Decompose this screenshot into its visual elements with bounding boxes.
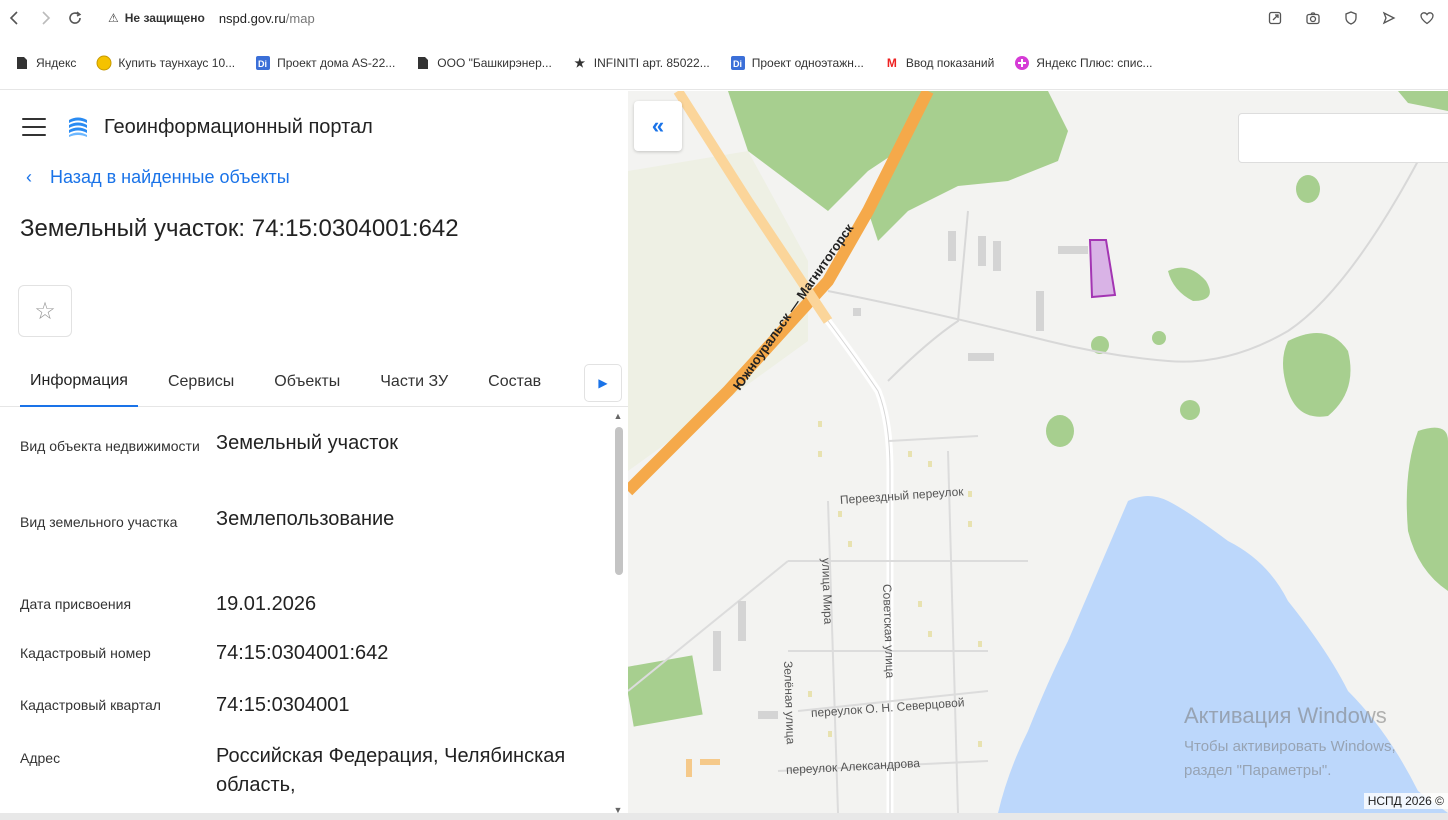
street-label: Зелёная улица [781, 660, 798, 745]
bookmark-item[interactable]: Яндекс [14, 55, 76, 71]
map-copyright: НСПД 2026 © [1363, 793, 1448, 809]
tab-info[interactable]: Информация [20, 357, 138, 407]
street-label: улица Мира [819, 557, 836, 625]
property-key: Дата присвоения [20, 596, 132, 612]
reload-icon[interactable] [60, 3, 90, 33]
star-black-icon: ★ [574, 55, 586, 70]
browser-toolbar: ⚠ Не защищено nspd.gov.ru /map [0, 0, 1448, 36]
panel-header: Геоинформационный портал [0, 91, 628, 163]
insecure-label: Не защищено [124, 11, 205, 25]
windows-activation-watermark: Активация Windows Чтобы активировать Win… [1184, 703, 1396, 783]
send-icon[interactable] [1374, 3, 1404, 33]
back-to-results-link[interactable]: ‹ Назад в найденные объекты [0, 157, 628, 197]
shield-icon[interactable] [1336, 3, 1366, 33]
share-icon[interactable] [1260, 3, 1290, 33]
bookmark-label: Проект дома AS-22... [277, 55, 396, 70]
back-arrow-icon[interactable] [0, 3, 30, 33]
portal-logo-icon [69, 117, 87, 137]
toolbar-actions [1260, 3, 1442, 33]
menu-icon[interactable] [22, 118, 46, 136]
double-chevron-left-icon: « [651, 113, 665, 138]
property-key: Вид объекта недвижимости [20, 438, 200, 454]
doc-blue-icon: Di [255, 55, 271, 71]
map-search-input[interactable] [1238, 113, 1448, 163]
forward-arrow-icon[interactable] [30, 3, 60, 33]
star-outline-icon: ☆ [34, 297, 56, 325]
tabs-scroll-right-button[interactable]: ▶ [584, 364, 622, 402]
bookmark-label: Яндекс Плюс: спис... [1036, 55, 1153, 70]
info-panel: Геоинформационный портал ‹ Назад в найде… [0, 91, 628, 813]
bookmark-label: ООО "Башкирэнер... [437, 55, 552, 70]
watermark-text: Чтобы активировать Windows, раздел "Пара… [1184, 735, 1396, 783]
triangle-right-icon: ▶ [598, 376, 608, 390]
bookmark-label: INFINITI арт. 85022... [593, 55, 710, 70]
scroll-up-icon[interactable]: ▲ [613, 411, 623, 421]
tab-objects[interactable]: Объекты [264, 357, 350, 407]
property-value: Земельный участок [216, 432, 399, 454]
bookmark-item[interactable]: M Ввод показаний [884, 55, 994, 71]
bookmark-item[interactable]: ★ INFINITI арт. 85022... [572, 55, 710, 71]
window-bottom-edge [0, 813, 1448, 820]
portal-title: Геоинформационный портал [104, 115, 373, 138]
back-label: Назад в найденные объекты [50, 166, 290, 187]
circle-icon [96, 55, 112, 71]
property-value: Землепользование [216, 508, 395, 530]
tab-bar: Информация Сервисы Объекты Части ЗУ Сост… [0, 357, 628, 407]
property-value: 74:15:0304001 [216, 694, 350, 716]
camera-icon[interactable] [1298, 3, 1328, 33]
bookmark-item[interactable]: Купить таунхаус 10... [96, 55, 235, 71]
tab-composition[interactable]: Состав [478, 357, 551, 407]
watermark-line: Чтобы активировать Windows, [1184, 738, 1396, 755]
bookmark-label: Проект одноэтажн... [751, 55, 864, 70]
scrollbar-thumb[interactable] [615, 427, 623, 575]
property-value: 19.01.2026 [216, 593, 317, 615]
bookmark-label: Яндекс [36, 55, 77, 70]
bookmark-item[interactable]: Яндекс Плюс: спис... [1014, 55, 1152, 71]
url-host: nspd.gov.ru [218, 10, 286, 26]
watermark-line: раздел "Параметры". [1184, 762, 1332, 779]
tab-parts[interactable]: Части ЗУ [370, 357, 458, 407]
bookmarks-bar: Яндекс Купить таунхаус 10... Di Проект д… [0, 36, 1448, 90]
url-path: /map [285, 10, 315, 26]
collapse-panel-button[interactable]: « [634, 101, 682, 151]
tab-services[interactable]: Сервисы [158, 357, 244, 407]
m-red-icon: M [886, 55, 897, 70]
property-key: Вид земельного участка [20, 514, 178, 530]
favorite-button[interactable]: ☆ [18, 285, 72, 337]
bookmark-item[interactable]: Di Проект дома AS-22... [255, 55, 395, 71]
heart-icon[interactable] [1412, 3, 1442, 33]
document-icon [14, 55, 30, 71]
bookmark-item[interactable]: ООО "Башкирэнер... [415, 55, 552, 71]
property-key: Адрес [20, 750, 61, 766]
bookmark-label: Купить таунхаус 10... [118, 55, 236, 70]
bookmark-item[interactable]: Di Проект одноэтажн... [730, 55, 864, 71]
address-bar[interactable]: ⚠ Не защищено nspd.gov.ru /map [108, 11, 315, 26]
scroll-down-icon[interactable]: ▼ [613, 805, 623, 813]
map-view[interactable]: Южноуральск — Магнитогорск Переездный пе… [628, 91, 1448, 813]
doc-blue-icon: Di [730, 55, 746, 71]
watermark-title: Активация Windows [1184, 703, 1387, 728]
property-value: Российская Федерация, Челябинская област… [216, 745, 566, 796]
svg-text:Di: Di [258, 59, 267, 69]
property-key: Кадастровый квартал [20, 697, 161, 713]
property-value: 74:15:0304001:642 [216, 642, 389, 664]
bookmark-label: Ввод показаний [905, 55, 995, 70]
chevron-left-icon: ‹ [26, 166, 32, 187]
document-icon [415, 55, 431, 71]
panel-scrollbar[interactable]: ▲ ▼ [611, 409, 625, 813]
page-title: Земельный участок: 74:15:0304001:642 [20, 215, 459, 242]
plus-pink-icon [1014, 55, 1030, 71]
warning-icon: ⚠ [108, 11, 119, 25]
property-key: Кадастровый номер [20, 645, 151, 661]
svg-text:Di: Di [733, 59, 742, 69]
